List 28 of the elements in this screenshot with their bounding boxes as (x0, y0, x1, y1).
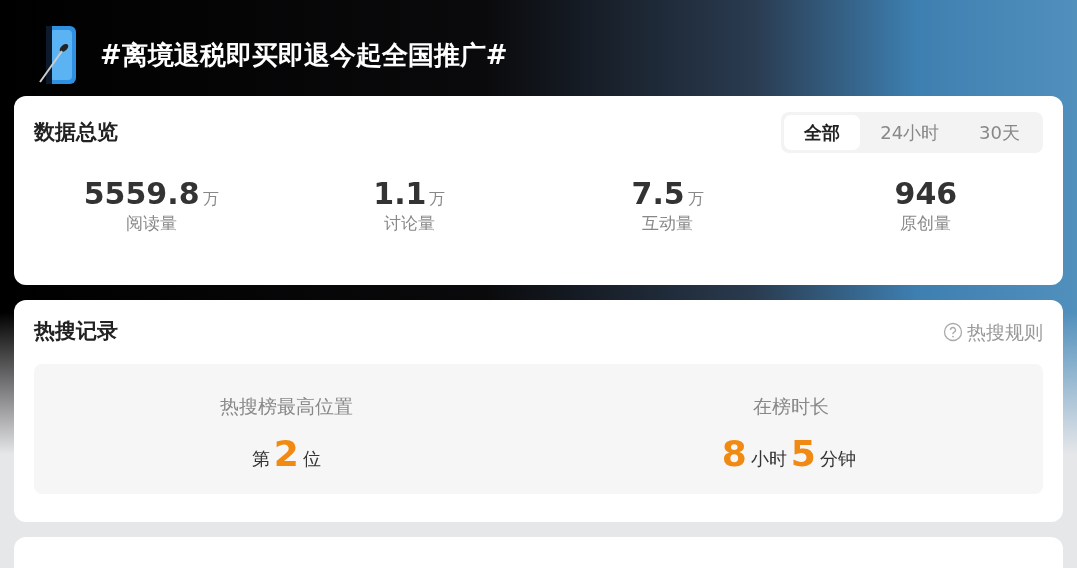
record-unit: 小时 (750, 447, 787, 471)
stat-value: 5559.8 (83, 176, 200, 211)
record-label: 热搜榜最高位置 (219, 394, 353, 417)
time-range-tab[interactable]: 30天 (959, 115, 1040, 150)
record-unit: 分钟 (819, 447, 856, 471)
section-title: 热搜记录 (34, 318, 118, 345)
record-label: 在榜时长 (752, 394, 829, 417)
stat-label: 互动量 (642, 213, 694, 233)
record-number: 5 (790, 436, 816, 472)
stat-unit: 万 (429, 189, 446, 208)
stat-label: 阅读量 (125, 213, 177, 233)
section-title: 数据总览 (34, 118, 118, 146)
stat-value: 946 (894, 176, 958, 211)
time-range-tab[interactable]: 全部 (784, 115, 861, 150)
time-range-tab[interactable]: 24小时 (860, 115, 960, 150)
record-unit: 第 (251, 447, 270, 471)
stat-label: 原创量 (900, 213, 952, 233)
stat-unit: 万 (687, 189, 704, 208)
stat-value: 7.5 (631, 176, 685, 211)
stat-label: 讨论量 (383, 213, 435, 233)
stat-unit: 万 (202, 189, 219, 208)
help-icon (943, 321, 963, 342)
record-number: 8 (721, 436, 747, 472)
record-number: 2 (273, 436, 299, 472)
rules-link[interactable]: 热搜规则 (943, 317, 1043, 346)
record-unit: 位 (302, 447, 321, 471)
stat-value: 1.1 (373, 176, 427, 211)
topic-title: #离境退税即买即退今起全国推广# (100, 38, 508, 72)
